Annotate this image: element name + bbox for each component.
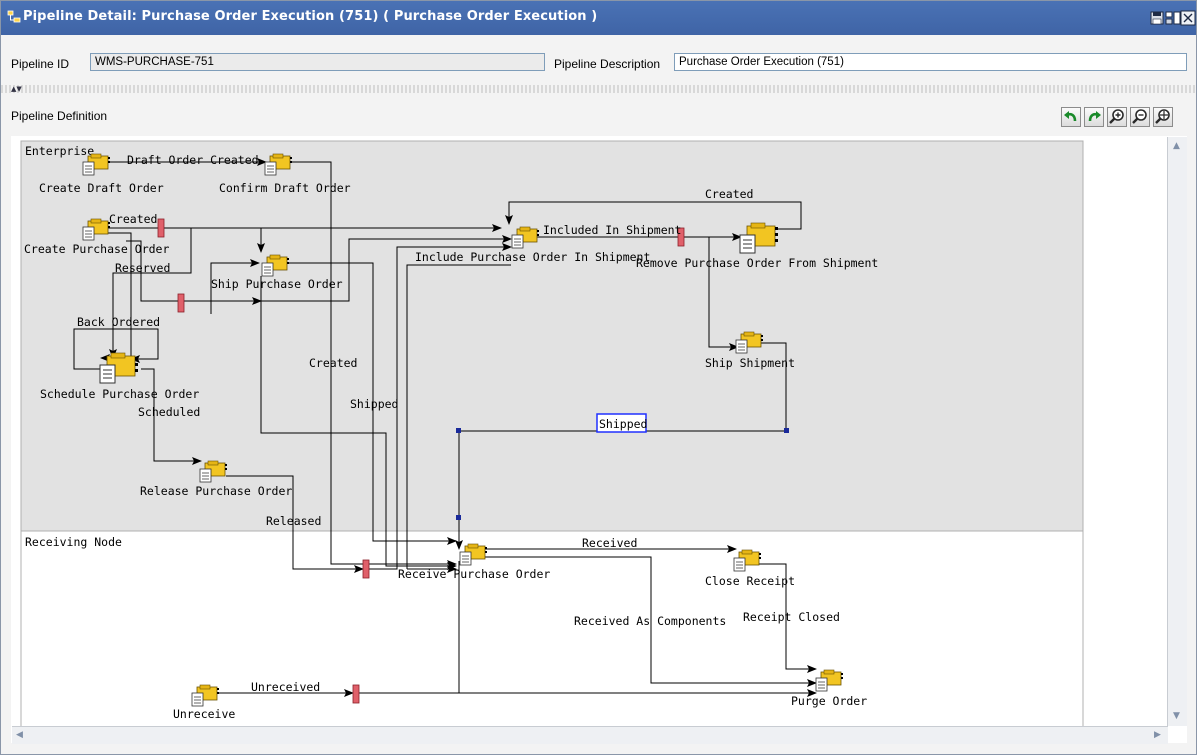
- waypoint-handle[interactable]: [784, 428, 789, 433]
- zoom-out-icon: [1132, 109, 1147, 124]
- edge-received[interactable]: Received: [582, 536, 637, 550]
- edge-shipped[interactable]: Shipped: [350, 397, 398, 411]
- details-icon[interactable]: [1165, 10, 1181, 26]
- lane-label-receiving-node: Receiving Node: [25, 535, 122, 549]
- node-schedule-purchase-order[interactable]: Schedule Purchase Order: [40, 387, 199, 401]
- node-create-draft-order[interactable]: Create Draft Order: [39, 181, 164, 195]
- edge-created[interactable]: Created: [309, 356, 357, 370]
- node-release-purchase-order[interactable]: Release Purchase Order: [140, 484, 292, 498]
- edge-draft-order-created[interactable]: Draft Order Created: [127, 153, 259, 167]
- redo-button[interactable]: [1084, 107, 1104, 127]
- lane-label-enterprise: Enterprise: [25, 144, 94, 158]
- undo-button[interactable]: [1061, 107, 1081, 127]
- pipeline-id-label: Pipeline ID: [11, 57, 70, 71]
- horizontal-scrollbar[interactable]: ◀ ▶: [12, 726, 1168, 744]
- node-remove-po-from-shipment[interactable]: Remove Purchase Order From Shipment: [636, 256, 878, 270]
- node-create-purchase-order[interactable]: Create Purchase Order: [24, 242, 169, 256]
- close-icon[interactable]: [1180, 10, 1196, 26]
- scroll-down-icon[interactable]: ▼: [1173, 711, 1180, 721]
- node-receive-purchase-order[interactable]: Receive Purchase Order: [398, 567, 550, 581]
- pipeline-icon: [7, 10, 21, 23]
- pipeline-definition-label: Pipeline Definition: [11, 109, 108, 123]
- node-include-po-in-shipment[interactable]: Include Purchase Order In Shipment: [415, 250, 650, 264]
- pipeline-detail-window: Pipeline Detail: Purchase Order Executio…: [0, 0, 1197, 755]
- zoom-in-button[interactable]: [1107, 107, 1127, 127]
- edge-included-in-shipment[interactable]: Included In Shipment: [543, 223, 681, 237]
- edge-shipped-selected[interactable]: Shipped: [599, 417, 647, 431]
- edge-unreceived[interactable]: Unreceived: [251, 680, 320, 694]
- edge-scheduled[interactable]: Scheduled: [138, 405, 200, 419]
- redo-icon: [1088, 111, 1101, 122]
- node-purge-order[interactable]: Purge Order: [791, 694, 867, 708]
- waypoint-handle[interactable]: [456, 515, 461, 520]
- condition-marker[interactable]: [177, 293, 185, 313]
- vertical-scrollbar[interactable]: ▲ ▼: [1167, 137, 1187, 726]
- collapse-arrows-icon[interactable]: ▲▼: [11, 85, 22, 93]
- edge-released[interactable]: Released: [266, 514, 321, 528]
- title-bar: Pipeline Detail: Purchase Order Executio…: [1, 1, 1196, 35]
- condition-marker[interactable]: [352, 684, 360, 704]
- pipeline-description-field[interactable]: Purchase Order Execution (751): [674, 53, 1187, 71]
- pipeline-description-label: Pipeline Description: [554, 57, 661, 71]
- edge-back-ordered[interactable]: Back Ordered: [77, 315, 160, 329]
- pipeline-id-field[interactable]: WMS-PURCHASE-751: [90, 53, 545, 71]
- scroll-left-icon[interactable]: ◀: [16, 730, 23, 740]
- node-ship-purchase-order[interactable]: Ship Purchase Order: [211, 277, 343, 291]
- receiving-node-lane: [20, 530, 1084, 728]
- edge-reserved[interactable]: Reserved: [115, 261, 170, 275]
- edge-received-as-components[interactable]: Received As Components: [574, 614, 726, 628]
- node-unreceive[interactable]: Unreceive: [173, 707, 235, 721]
- condition-marker[interactable]: [157, 218, 165, 238]
- save-icon[interactable]: [1149, 10, 1165, 26]
- pipeline-diagram[interactable]: Enterprise Receiving Node Create Draft O…: [11, 136, 1187, 743]
- window-title: Pipeline Detail: Purchase Order Executio…: [23, 9, 598, 24]
- edge-created[interactable]: Created: [109, 212, 157, 226]
- pipeline-fields: Pipeline ID WMS-PURCHASE-751 Pipeline De…: [1, 45, 1196, 79]
- splitter-bar[interactable]: [1, 85, 1196, 93]
- zoom-out-button[interactable]: [1130, 107, 1150, 127]
- condition-marker[interactable]: [362, 559, 370, 579]
- enterprise-lane: [20, 140, 1084, 532]
- scroll-up-icon[interactable]: ▲: [1173, 141, 1180, 151]
- node-close-receipt[interactable]: Close Receipt: [705, 574, 795, 588]
- zoom-fit-button[interactable]: [1153, 107, 1173, 127]
- zoom-in-icon: [1109, 109, 1124, 124]
- waypoint-handle[interactable]: [456, 428, 461, 433]
- edge-created[interactable]: Created: [705, 187, 753, 201]
- node-ship-shipment[interactable]: Ship Shipment: [705, 356, 795, 370]
- node-confirm-draft-order[interactable]: Confirm Draft Order: [219, 181, 351, 195]
- scroll-right-icon[interactable]: ▶: [1154, 730, 1161, 740]
- undo-icon: [1064, 111, 1077, 122]
- edge-receipt-closed[interactable]: Receipt Closed: [743, 610, 840, 624]
- zoom-fit-icon: [1155, 109, 1170, 124]
